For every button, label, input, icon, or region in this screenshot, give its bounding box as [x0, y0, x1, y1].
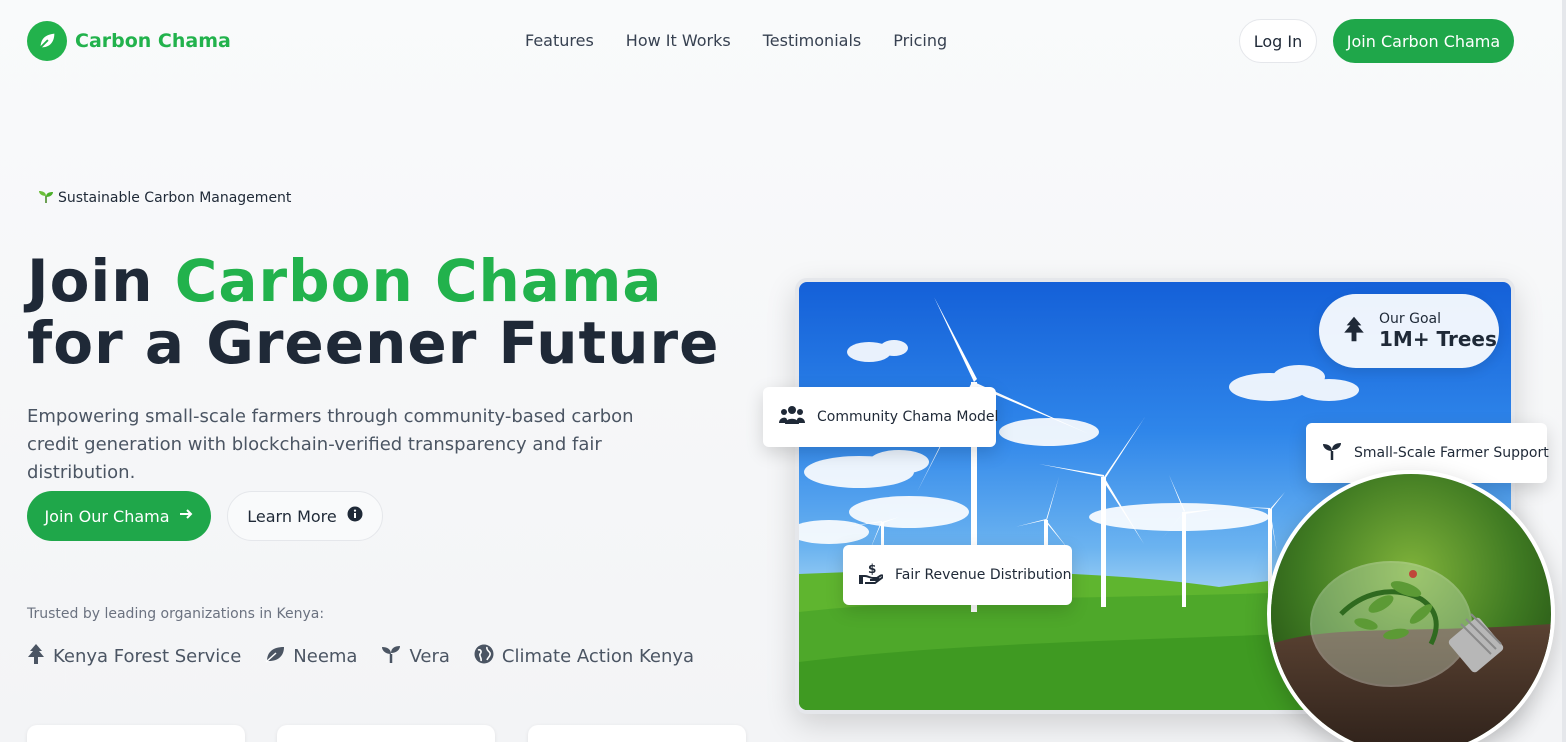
main-nav: Features How It Works Testimonials Prici…: [525, 31, 979, 50]
feature-card: [528, 725, 746, 742]
seedling-icon: [38, 188, 54, 208]
tree-icon: [1343, 316, 1365, 346]
partner-climate-action-kenya: Climate Action Kenya: [474, 644, 694, 669]
partner-list: Kenya Forest Service Neema Vera Climate …: [27, 644, 694, 669]
hero-title-part1: Join: [27, 247, 175, 315]
goal-label: Our Goal: [1379, 311, 1441, 327]
nav-testimonials[interactable]: Testimonials: [763, 31, 862, 50]
globe-icon: [474, 644, 494, 669]
tree-icon: [27, 644, 45, 669]
seedling-icon: [1322, 442, 1342, 464]
partner-neema: Neema: [265, 645, 357, 668]
leaf-icon: [265, 645, 285, 668]
hero-tag-text: Sustainable Carbon Management: [58, 190, 292, 206]
brand-logo[interactable]: Carbon Chama: [27, 21, 231, 61]
fair-revenue-card: $ Fair Revenue Distribution: [843, 545, 1072, 605]
arrow-right-icon: [178, 506, 194, 526]
login-button[interactable]: Log In: [1239, 19, 1317, 63]
hand-holding-dollar-icon: $: [859, 562, 885, 588]
community-chama-card: Community Chama Model: [763, 387, 999, 447]
partner-name: Neema: [293, 646, 358, 667]
leaf-icon: [27, 21, 67, 61]
hero-title-part2: for a Greener Future: [27, 309, 720, 377]
join-chama-button[interactable]: Join Our Chama: [27, 491, 211, 541]
learn-more-label: Learn More: [247, 506, 337, 526]
svg-text:$: $: [868, 562, 876, 576]
fair-revenue-label: Fair Revenue Distribution: [895, 567, 1072, 583]
nav-pricing[interactable]: Pricing: [893, 31, 947, 50]
goal-value: 1M+ Trees: [1379, 327, 1497, 351]
join-chama-label: Join Our Chama: [44, 506, 170, 526]
goal-badge: Our Goal 1M+ Trees: [1319, 294, 1499, 368]
page-scrollbar[interactable]: [1562, 0, 1566, 742]
goal-text: Our Goal 1M+ Trees: [1379, 311, 1497, 351]
site-header: Carbon Chama Features How It Works Testi…: [0, 0, 1566, 82]
hero-description: Empowering small-scale farmers through c…: [27, 406, 634, 483]
brand-name: Carbon Chama: [75, 30, 231, 52]
seedling-icon: [381, 645, 401, 668]
info-icon: [347, 506, 363, 526]
nav-features[interactable]: Features: [525, 31, 594, 50]
hero-tag: Sustainable Carbon Management: [38, 188, 291, 208]
feature-card: [277, 725, 495, 742]
partner-vera: Vera: [381, 645, 450, 668]
partner-name: Vera: [409, 646, 450, 667]
nav-how-it-works[interactable]: How It Works: [626, 31, 731, 50]
partner-kenya-forest-service: Kenya Forest Service: [27, 644, 241, 669]
partner-name: Climate Action Kenya: [501, 646, 695, 667]
join-header-button[interactable]: Join Carbon Chama: [1333, 19, 1514, 63]
farmer-support-label: Small-Scale Farmer Support: [1354, 445, 1549, 461]
feature-card: [27, 725, 245, 742]
learn-more-button[interactable]: Learn More: [227, 491, 383, 541]
hero-title: Join Carbon Chama for a Greener Future: [27, 250, 767, 374]
lightbulb-plant-photo: [1267, 470, 1555, 742]
partner-name: Kenya Forest Service: [53, 646, 242, 667]
hero-title-highlight: Carbon Chama: [174, 247, 663, 315]
trusted-label: Trusted by leading organizations in Keny…: [27, 606, 325, 622]
users-icon: [779, 405, 805, 429]
community-chama-label: Community Chama Model: [817, 409, 999, 425]
